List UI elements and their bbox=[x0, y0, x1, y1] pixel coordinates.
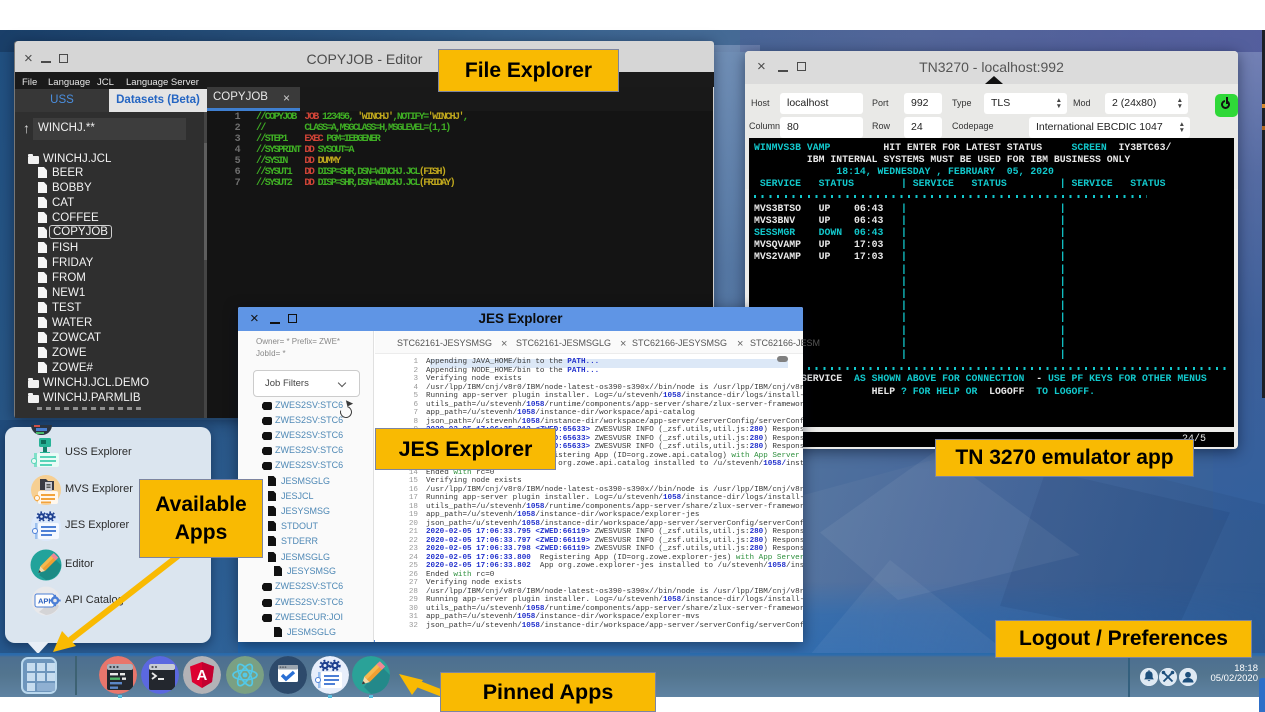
svg-text:API: API bbox=[38, 597, 51, 606]
svg-text:A: A bbox=[197, 667, 208, 684]
